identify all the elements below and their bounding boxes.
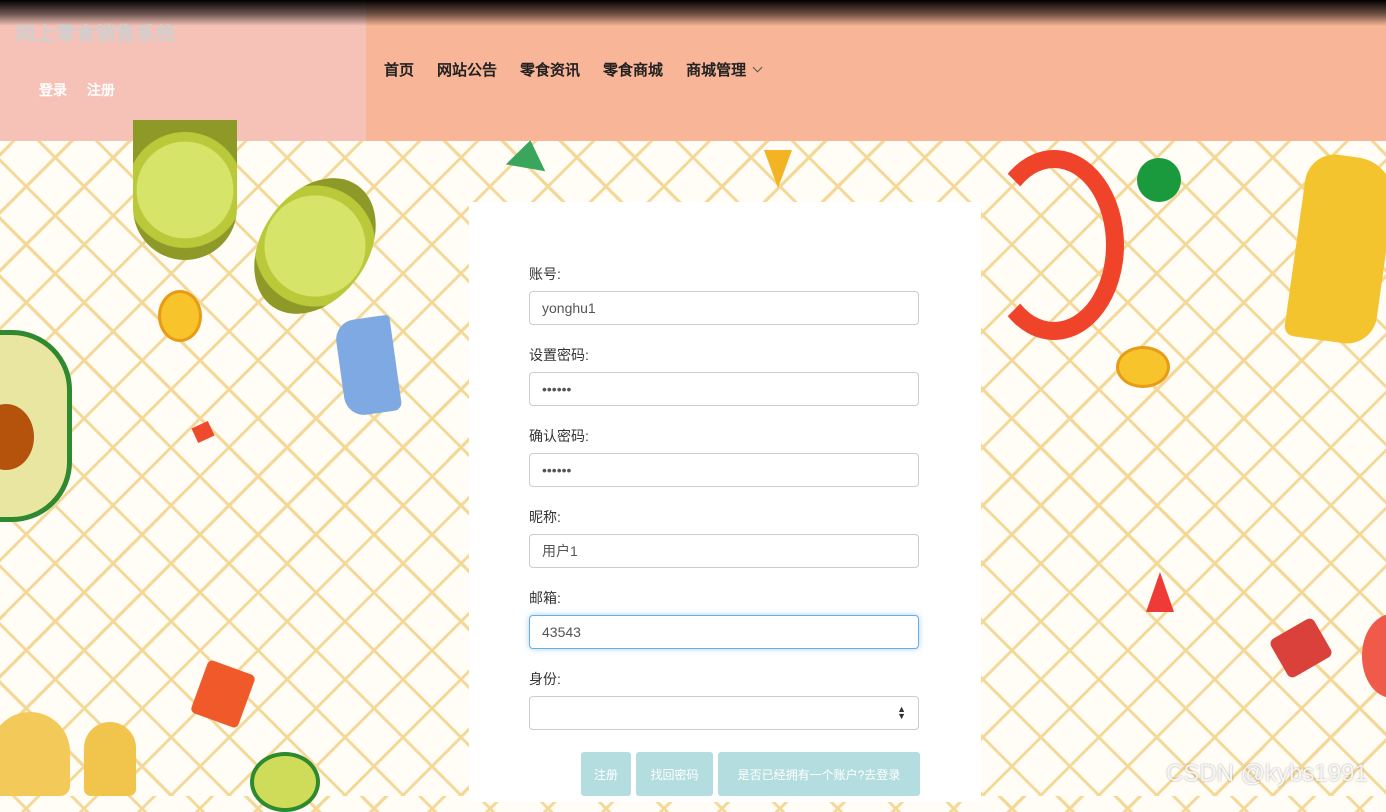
chili-stem-illustration bbox=[1137, 158, 1181, 202]
login-link[interactable]: 登录 bbox=[39, 82, 67, 98]
burrito-illustration bbox=[1283, 150, 1386, 348]
password-input[interactable]: •••••• bbox=[529, 372, 919, 406]
nav-item-shop-management[interactable]: 商城管理 bbox=[686, 59, 763, 80]
triangle-illustration bbox=[505, 136, 551, 172]
lime-slice-illustration bbox=[229, 154, 401, 338]
triangle-illustration bbox=[764, 150, 792, 188]
chevron-down-icon bbox=[752, 62, 763, 73]
triangle-illustration bbox=[1146, 572, 1174, 612]
chips-illustration bbox=[0, 712, 70, 796]
nav-item-announcements[interactable]: 网站公告 bbox=[437, 59, 497, 80]
go-login-button[interactable]: 是否已经拥有一个账户?去登录 bbox=[718, 752, 920, 796]
red-packet-illustration bbox=[191, 420, 215, 444]
nickname-input[interactable]: 用户1 bbox=[529, 534, 919, 568]
auth-links: 登录 注册 bbox=[39, 80, 131, 100]
lime-slice-illustration bbox=[133, 120, 237, 260]
account-input[interactable]: yonghu1 bbox=[529, 291, 919, 325]
coin-illustration bbox=[1116, 346, 1170, 388]
register-link[interactable]: 注册 bbox=[87, 82, 115, 98]
coin-illustration bbox=[158, 290, 202, 342]
confirm-password-label: 确认密码: bbox=[529, 428, 589, 444]
nickname-label: 昵称: bbox=[529, 509, 561, 525]
password-label: 设置密码: bbox=[529, 347, 589, 363]
main-nav: 首页 网站公告 零食资讯 零食商城 商城管理 bbox=[384, 59, 763, 80]
paper-illustration bbox=[333, 314, 403, 418]
tomato-illustration bbox=[1362, 614, 1386, 698]
nav-item-home[interactable]: 首页 bbox=[384, 59, 414, 80]
red-packet-illustration bbox=[189, 659, 257, 729]
email-input[interactable]: 43543 bbox=[529, 615, 919, 649]
nav-item-news[interactable]: 零食资讯 bbox=[520, 59, 580, 80]
candy-illustration bbox=[1268, 616, 1334, 680]
nav-item-shop[interactable]: 零食商城 bbox=[603, 59, 663, 80]
find-password-button[interactable]: 找回密码 bbox=[636, 752, 713, 796]
account-label: 账号: bbox=[529, 266, 561, 282]
email-label: 邮箱: bbox=[529, 590, 561, 606]
lime-slice-illustration bbox=[250, 752, 320, 812]
register-button[interactable]: 注册 bbox=[581, 752, 631, 796]
chili-illustration bbox=[984, 150, 1124, 340]
select-arrows-icon: ▲ ▼ bbox=[897, 704, 906, 721]
watermark: CSDN @kybs1991 bbox=[1166, 760, 1368, 787]
site-title: 网上零食销售系统 bbox=[16, 24, 177, 45]
identity-select[interactable]: ▲ ▼ bbox=[529, 696, 919, 730]
chips-illustration bbox=[84, 722, 136, 796]
identity-label: 身份: bbox=[529, 671, 561, 687]
top-shadow bbox=[0, 0, 1386, 26]
confirm-password-input[interactable]: •••••• bbox=[529, 453, 919, 487]
nav-dropdown-label: 商城管理 bbox=[686, 62, 747, 79]
